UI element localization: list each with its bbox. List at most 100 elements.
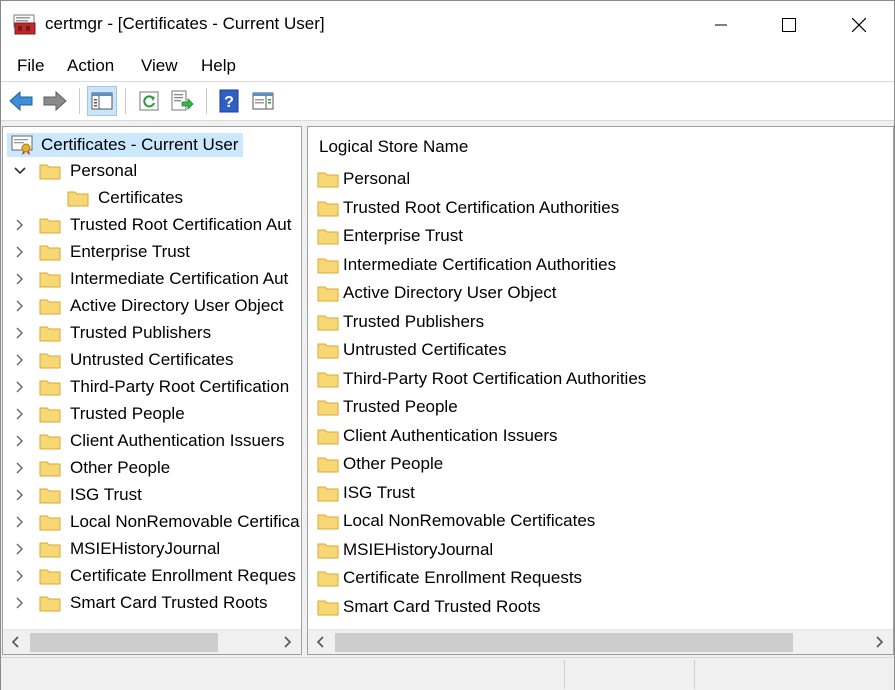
window-title: certmgr - [Certificates - Current User] xyxy=(45,14,325,33)
folder-icon xyxy=(317,400,339,416)
chevron-right-icon[interactable] xyxy=(13,375,27,399)
maximize-icon xyxy=(782,18,796,32)
back-icon xyxy=(9,90,33,112)
menu-action[interactable]: Action xyxy=(67,56,114,76)
tree-horizontal-scrollbar[interactable] xyxy=(3,629,301,654)
chevron-right-icon[interactable] xyxy=(13,321,27,345)
tree-item[interactable]: Third-Party Root Certification xyxy=(3,375,301,399)
chevron-right-icon[interactable] xyxy=(13,294,27,318)
console-tree-pane[interactable]: Certificates - Current User Personal Cer… xyxy=(2,126,302,655)
refresh-button[interactable] xyxy=(134,86,164,116)
chevron-right-icon[interactable] xyxy=(13,456,27,480)
maximize-button[interactable] xyxy=(766,1,812,49)
tree-item-label: Intermediate Certification Aut xyxy=(70,269,289,288)
folder-icon xyxy=(39,218,61,234)
list-item-label: Certificate Enrollment Requests xyxy=(343,568,583,587)
help-button[interactable]: ? xyxy=(214,86,244,116)
folder-icon xyxy=(317,429,339,444)
details-pane[interactable]: Logical Store Name Personal Trusted Root … xyxy=(307,126,894,655)
forward-button[interactable] xyxy=(40,86,70,116)
folder-icon xyxy=(39,299,61,315)
close-button[interactable] xyxy=(836,1,882,49)
folder-icon xyxy=(317,543,339,558)
tree-item-label: Third-Party Root Certification xyxy=(70,377,290,396)
tree-item-label: MSIEHistoryJournal xyxy=(70,539,221,558)
chevron-right-icon[interactable] xyxy=(13,510,27,534)
chevron-down-icon[interactable] xyxy=(13,159,27,183)
chevron-right-icon[interactable] xyxy=(13,348,27,372)
scroll-right-icon[interactable] xyxy=(277,630,299,654)
tree-item[interactable]: Certificate Enrollment Reques xyxy=(3,564,301,588)
folder-icon xyxy=(317,457,339,473)
tree-item[interactable]: MSIEHistoryJournal xyxy=(3,537,301,561)
menu-file[interactable]: File xyxy=(17,56,44,76)
export-list-button[interactable] xyxy=(167,86,197,116)
list-item-label: Trusted People xyxy=(343,397,458,416)
tree-item[interactable]: Untrusted Certificates xyxy=(3,348,301,372)
tree-item-label: Trusted People xyxy=(70,404,185,423)
tree-item-label: ISG Trust xyxy=(70,485,142,504)
status-panel xyxy=(564,660,694,689)
folder-icon xyxy=(317,486,339,501)
back-button[interactable] xyxy=(6,86,36,116)
tree-item-label: Certificate Enrollment Reques xyxy=(70,566,296,585)
chevron-right-icon[interactable] xyxy=(13,402,27,426)
show-hide-console-tree-icon xyxy=(91,92,113,110)
minimize-icon xyxy=(715,24,727,26)
tree-item[interactable]: Intermediate Certification Aut xyxy=(3,267,301,291)
tree-root-certificates-current-user[interactable]: Certificates - Current User xyxy=(7,133,244,157)
tree-item[interactable]: Trusted Publishers xyxy=(3,321,301,345)
folder-icon xyxy=(39,380,61,396)
folder-icon xyxy=(317,258,339,273)
menu-help[interactable]: Help xyxy=(201,56,236,76)
details-horizontal-scrollbar[interactable] xyxy=(308,629,893,654)
tree-item-personal-certificates[interactable]: Certificates xyxy=(3,186,301,210)
chevron-right-icon[interactable] xyxy=(13,537,27,561)
tree-item[interactable]: Trusted Root Certification Aut xyxy=(3,213,301,237)
list-item-label: Client Authentication Issuers xyxy=(343,425,558,445)
tree-item[interactable]: Smart Card Trusted Roots xyxy=(3,591,301,615)
scroll-left-icon[interactable] xyxy=(309,630,331,654)
tree-item-personal[interactable]: Personal xyxy=(3,159,301,183)
tree-item[interactable]: Local NonRemovable Certifica xyxy=(3,510,301,534)
folder-icon xyxy=(67,191,89,207)
toolbar: ? xyxy=(1,81,894,121)
tree-item-label: Personal xyxy=(70,161,138,180)
action-pane-button[interactable] xyxy=(248,86,278,116)
help-icon: ? xyxy=(219,89,239,113)
svg-text:?: ? xyxy=(224,94,234,111)
folder-icon xyxy=(317,600,339,615)
export-list-icon xyxy=(171,90,194,111)
tree-scroll-thumb[interactable] xyxy=(30,633,218,652)
list-item-label: Enterprise Trust xyxy=(343,226,463,245)
title-bar[interactable]: certmgr - [Certificates - Current User] xyxy=(1,1,894,49)
menu-view[interactable]: View xyxy=(141,56,178,76)
chevron-right-icon[interactable] xyxy=(13,267,27,291)
chevron-right-icon[interactable] xyxy=(13,240,27,264)
tree-item-label: Certificates xyxy=(98,188,184,207)
tree-item-label: Active Directory User Object xyxy=(70,296,284,315)
certificates-snapin-icon xyxy=(11,135,33,155)
column-header-logical-store-name[interactable]: Logical Store Name xyxy=(319,137,468,157)
list-item-label: Trusted Publishers xyxy=(343,311,485,331)
tree-item[interactable]: Active Directory User Object xyxy=(3,294,301,318)
show-hide-console-tree-button[interactable] xyxy=(87,86,117,116)
tree-item[interactable]: Other People xyxy=(3,456,301,480)
tree-item-label: Trusted Publishers xyxy=(70,323,212,342)
chevron-right-icon[interactable] xyxy=(13,591,27,615)
tree-item[interactable]: Enterprise Trust xyxy=(3,240,301,264)
minimize-button[interactable] xyxy=(698,1,744,49)
details-scroll-thumb[interactable] xyxy=(335,633,793,652)
tree-item[interactable]: Trusted People xyxy=(3,402,301,426)
folder-icon xyxy=(39,569,61,585)
tree-item[interactable]: Client Authentication Issuers xyxy=(3,429,301,453)
chevron-right-icon[interactable] xyxy=(13,483,27,507)
scroll-right-icon[interactable] xyxy=(869,630,891,654)
folder-icon xyxy=(317,286,339,302)
scroll-left-icon[interactable] xyxy=(4,630,26,654)
chevron-right-icon[interactable] xyxy=(13,429,27,453)
tree-item[interactable]: ISG Trust xyxy=(3,483,301,507)
chevron-right-icon[interactable] xyxy=(13,213,27,237)
chevron-right-icon[interactable] xyxy=(13,564,27,588)
menu-bar: File Action View Help xyxy=(1,49,894,81)
